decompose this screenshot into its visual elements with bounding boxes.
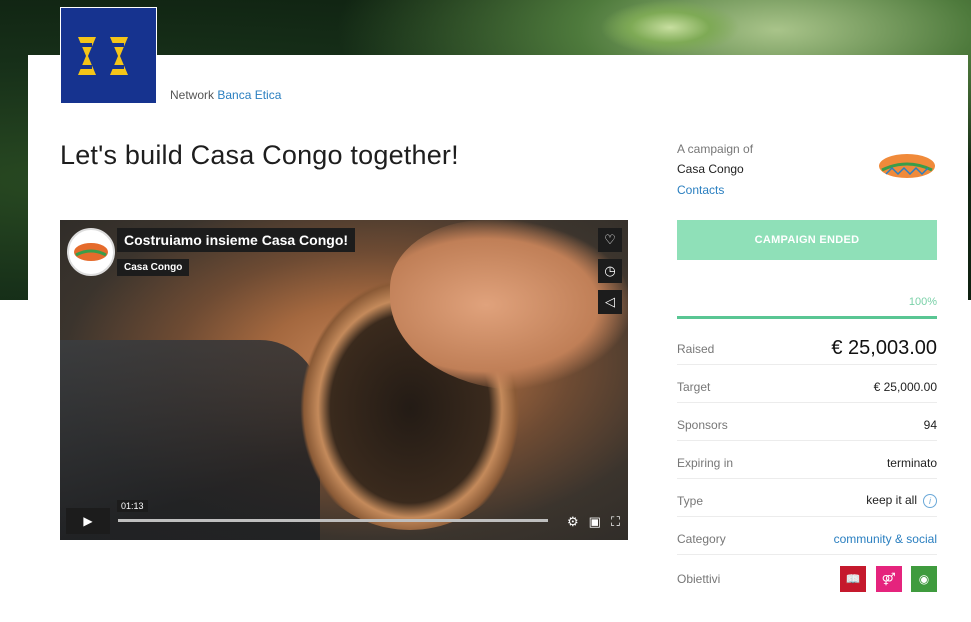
play-icon: ▶ [83, 514, 93, 528]
stat-value: € 25,000.00 [873, 380, 937, 394]
stat-value: € 25,003.00 [831, 337, 937, 359]
stat-expiring: Expiring in terminato [677, 441, 937, 479]
sdg-4-quality-education-icon[interactable]: 📖 [840, 566, 867, 592]
fullscreen-icon[interactable]: ⛶ [611, 514, 620, 530]
clock-icon[interactable]: ◷ [598, 259, 622, 283]
video-time: 01:13 [117, 500, 148, 512]
info-icon[interactable]: i [923, 494, 937, 508]
channel-avatar[interactable] [67, 228, 115, 276]
stat-label: Raised [677, 342, 715, 356]
share-icon[interactable]: ◁ [598, 290, 622, 314]
settings-icon[interactable]: ⚙ [567, 514, 579, 530]
campaign-ended-button[interactable]: CAMPAIGN ENDED [677, 220, 937, 260]
video-player[interactable]: Costruiamo insieme Casa Congo! Casa Cong… [60, 220, 628, 540]
funding-progress-bar [677, 316, 937, 319]
network-prefix: Network [170, 88, 215, 102]
heart-icon[interactable]: ♡ [598, 228, 622, 252]
contacts-link[interactable]: Contacts [677, 183, 724, 197]
video-controls: ▶ 01:13 ⚙ ▣ ⛶ [60, 500, 628, 540]
pip-icon[interactable]: ▣ [589, 514, 601, 530]
video-progress-track[interactable] [118, 519, 548, 522]
casa-congo-logo [878, 150, 936, 182]
category-link[interactable]: community & social [834, 532, 937, 546]
stat-target: Target € 25,000.00 [677, 365, 937, 403]
stat-label: Target [677, 380, 711, 394]
video-title[interactable]: Costruiamo insieme Casa Congo! [117, 228, 356, 252]
stat-label: Expiring in [677, 456, 734, 470]
stat-goals: Obiettivi 📖 ⚤ ◉ [677, 557, 937, 594]
campaign-of-label: A campaign of [677, 142, 754, 156]
video-channel[interactable]: Casa Congo [117, 259, 190, 276]
page-title: Let's build Casa Congo together! [60, 140, 459, 170]
video-control-icons: ⚙ ▣ ⛶ [567, 514, 620, 530]
stat-label: Sponsors [677, 418, 728, 432]
stat-value: terminato [886, 456, 937, 470]
sdg-5-gender-equality-icon[interactable]: ⚤ [875, 566, 902, 592]
funding-progress-fill [677, 316, 937, 319]
goal-icons: 📖 ⚤ ◉ [834, 566, 937, 592]
sdg-15-life-on-land-icon[interactable]: ◉ [911, 566, 937, 592]
stat-value: 94 [923, 418, 937, 432]
network-line: Network Banca Etica [170, 88, 281, 102]
banca-etica-logo[interactable] [60, 7, 157, 104]
stat-category: Category community & social [677, 517, 937, 555]
type-value: keep it all [866, 493, 917, 507]
funding-percent: 100% [908, 296, 937, 308]
play-button[interactable]: ▶ [66, 508, 110, 534]
stat-raised: Raised € 25,003.00 [677, 327, 937, 365]
stat-label: Category [677, 532, 726, 546]
stat-type: Type keep it all i [677, 479, 937, 517]
stat-label: Obiettivi [677, 572, 721, 586]
stat-label: Type [677, 494, 704, 508]
campaign-owner-name: Casa Congo [677, 162, 744, 176]
banca-etica-link[interactable]: Banca Etica [217, 88, 281, 102]
stat-value: keep it all i [866, 493, 937, 508]
stat-sponsors: Sponsors 94 [677, 403, 937, 441]
